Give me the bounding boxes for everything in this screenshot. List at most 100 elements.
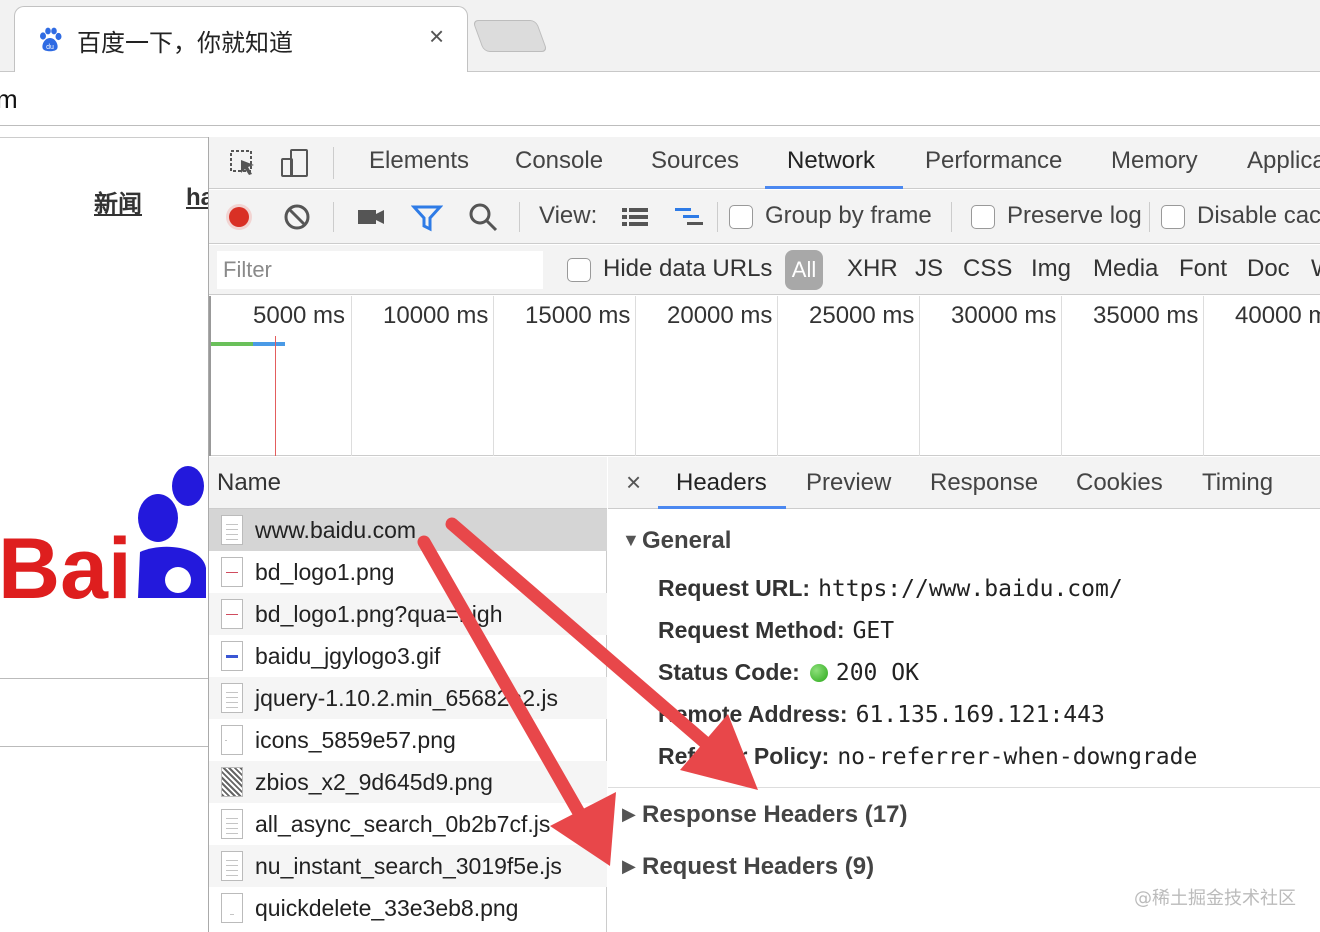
general-section-header[interactable]: ▼General — [622, 527, 731, 555]
referrer-policy-row: Referrer Policy: no-referrer-when-downgra… — [658, 743, 1197, 770]
filter-type-img[interactable]: Img — [1031, 255, 1071, 283]
script-file-icon — [221, 683, 243, 713]
filter-type-js[interactable]: JS — [915, 255, 943, 283]
header-value: 200 OK — [835, 660, 919, 686]
tab-timing[interactable]: Timing — [1202, 469, 1273, 497]
filter-type-media[interactable]: Media — [1093, 255, 1158, 283]
timeline-overview[interactable]: 5000 ms 10000 ms 15000 ms 20000 ms 25000… — [209, 296, 1320, 456]
tab-response[interactable]: Response — [930, 469, 1038, 497]
browser-tab-baidu[interactable]: du 百度一下，你就知道 × — [14, 6, 468, 73]
request-row[interactable]: zbios_x2_9d645d9.png — [209, 761, 607, 803]
view-label: View: — [539, 202, 598, 229]
request-headers-section[interactable]: ▶ Request Headers (9) — [622, 853, 874, 881]
device-toolbar-icon[interactable] — [279, 147, 311, 179]
request-row[interactable]: jquery-1.10.2.min_65682a2.js — [209, 677, 607, 719]
tab-headers[interactable]: Headers — [676, 469, 767, 497]
divider — [0, 678, 208, 679]
header-value: https://www.baidu.com/ — [818, 576, 1123, 602]
request-name: bd_logo1.png — [255, 559, 395, 585]
tab-memory[interactable]: Memory — [1111, 147, 1198, 175]
browser-tabstrip: du 百度一下，你就知道 × — [0, 0, 1320, 73]
image-file-icon — [221, 725, 243, 755]
header-value: 61.135.169.121:443 — [855, 702, 1105, 728]
timeline-tick-label: 25000 ms — [809, 302, 915, 329]
devtools-tabbar: Elements Console Sources Network Perform… — [209, 137, 1320, 189]
timeline-tick-label: 10000 ms — [383, 302, 489, 329]
filter-type-font[interactable]: Font — [1179, 255, 1227, 283]
request-row[interactable]: nu_instant_search_3019f5e.js — [209, 845, 607, 887]
response-headers-section[interactable]: ▶ Response Headers (17) — [622, 801, 907, 829]
request-row[interactable]: icons_5859e57.png — [209, 719, 607, 761]
timeline-load-marker — [275, 336, 276, 456]
nav-link-news[interactable]: 新闻 — [94, 184, 142, 219]
request-headers-title: Request Headers (9) — [642, 853, 875, 880]
filter-funnel-icon[interactable] — [411, 202, 443, 232]
request-row[interactable]: all_async_search_0b2b7cf.js — [209, 803, 607, 845]
image-file-icon — [221, 893, 243, 923]
request-name: all_async_search_0b2b7cf.js — [255, 811, 551, 837]
timeline-gridline — [777, 296, 778, 456]
request-name: quickdelete_33e3eb8.png — [255, 895, 519, 921]
timeline-bar-blue — [253, 342, 285, 346]
filter-input[interactable] — [217, 251, 543, 289]
address-text: m — [0, 84, 18, 114]
inspect-element-icon[interactable] — [227, 147, 259, 179]
filter-type-css[interactable]: CSS — [963, 255, 1012, 283]
active-tab-indicator — [658, 506, 786, 509]
tab-network[interactable]: Network — [787, 147, 875, 175]
tab-close-icon[interactable]: × — [429, 21, 444, 52]
request-name: zbios_x2_9d645d9.png — [255, 769, 493, 795]
record-icon[interactable] — [223, 202, 255, 232]
clear-icon[interactable] — [281, 202, 313, 232]
tab-preview[interactable]: Preview — [806, 469, 891, 497]
filter-type-doc[interactable]: Doc — [1247, 255, 1290, 283]
image-file-icon — [221, 557, 243, 587]
request-row[interactable]: bd_logo1.png?qua=high — [209, 593, 607, 635]
hide-data-urls-checkbox[interactable] — [567, 258, 591, 282]
tab-sources[interactable]: Sources — [651, 147, 739, 175]
tab-console[interactable]: Console — [515, 147, 603, 175]
tab-application[interactable]: Applica — [1247, 147, 1320, 175]
request-method-row: Request Method: GET — [658, 617, 894, 644]
timeline-tick-label: 20000 ms — [667, 302, 773, 329]
timeline-gridline — [1061, 296, 1062, 456]
header-key: Referrer Policy: — [658, 743, 830, 769]
request-row[interactable]: baidu_jgylogo3.gif — [209, 635, 607, 677]
screenshot-camera-icon[interactable] — [355, 202, 387, 232]
name-header-label: Name — [217, 469, 282, 496]
qr-image-icon — [221, 767, 243, 797]
close-detail-icon[interactable]: × — [626, 467, 641, 498]
divider — [519, 202, 520, 232]
image-file-icon — [221, 599, 243, 629]
preserve-log-checkbox[interactable] — [971, 205, 995, 229]
script-file-icon — [221, 851, 243, 881]
request-row[interactable]: www.baidu.com — [209, 509, 607, 551]
name-column-header[interactable]: Name — [209, 457, 607, 509]
request-row[interactable]: quickdelete_33e3eb8.png — [209, 887, 607, 929]
tab-performance[interactable]: Performance — [925, 147, 1062, 175]
request-name: baidu_jgylogo3.gif — [255, 643, 441, 669]
large-rows-icon[interactable] — [619, 202, 651, 232]
tab-cookies[interactable]: Cookies — [1076, 469, 1163, 497]
request-name: bd_logo1.png?qua=high — [255, 601, 503, 627]
tab-elements[interactable]: Elements — [369, 147, 469, 175]
group-by-frame-checkbox[interactable] — [729, 205, 753, 229]
address-bar[interactable]: m — [0, 72, 1320, 126]
tab-title: 百度一下，你就知道 — [77, 29, 293, 57]
nav-link-hao123[interactable]: ha — [186, 184, 208, 212]
request-name: www.baidu.com — [255, 517, 417, 543]
timeline-gridline — [635, 296, 636, 456]
request-row[interactable]: bd_logo1.png — [209, 551, 607, 593]
disable-cache-checkbox[interactable] — [1161, 205, 1185, 229]
new-tab-button[interactable] — [472, 20, 548, 52]
script-file-icon — [221, 809, 243, 839]
filter-type-xhr[interactable]: XHR — [847, 255, 898, 283]
filter-type-all[interactable]: All — [785, 250, 823, 290]
search-icon[interactable] — [467, 202, 499, 232]
active-tab-indicator — [765, 186, 903, 189]
timeline-gridline — [351, 296, 352, 456]
filter-type-ws[interactable]: W — [1311, 255, 1320, 283]
image-file-icon — [221, 641, 243, 671]
waterfall-overview-icon[interactable] — [673, 202, 705, 232]
baidu-logo-text: Bai — [0, 521, 132, 606]
